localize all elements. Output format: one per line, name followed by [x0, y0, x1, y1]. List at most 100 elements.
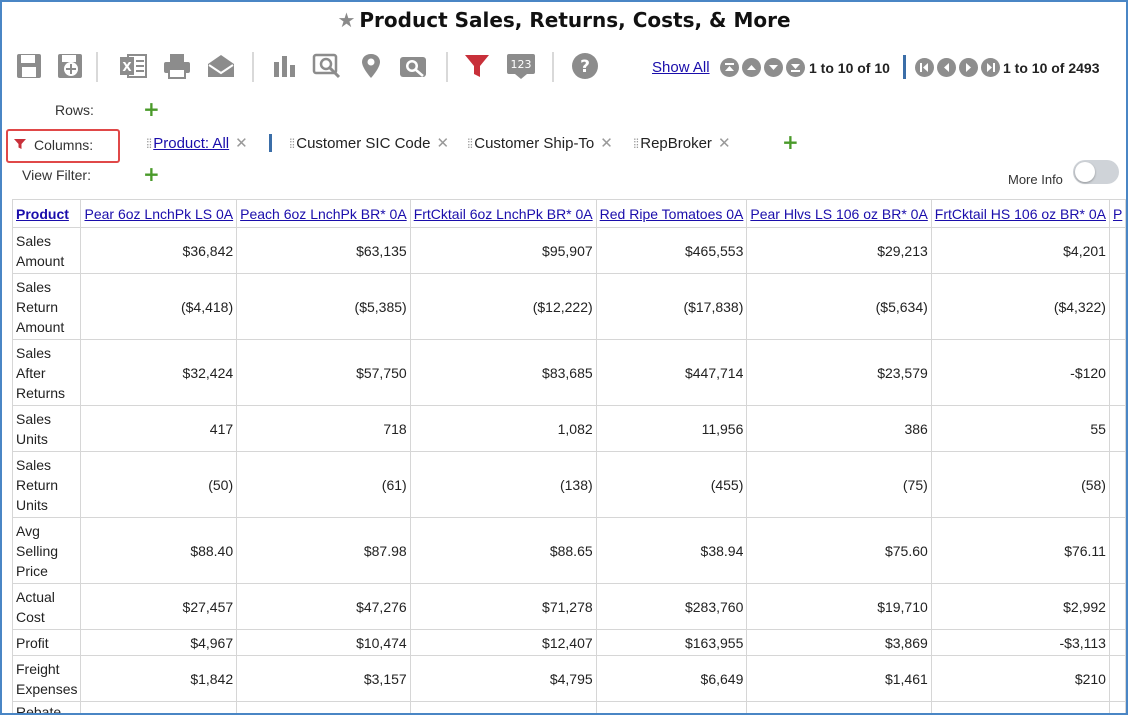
column-header-link[interactable]: P — [1113, 206, 1122, 222]
print-icon[interactable] — [162, 50, 192, 82]
table-cell: 55 — [930, 405, 1110, 452]
more-info-toggle[interactable] — [1073, 160, 1119, 184]
prev-column-button[interactable] — [742, 58, 761, 77]
column-header[interactable]: Red Ripe Tomatoes 0A — [595, 199, 748, 228]
chip-sic-label: Customer SIC Code — [296, 135, 431, 152]
drag-handle-icon[interactable]: ⁞⁞ — [633, 136, 639, 151]
table-cell — [1108, 451, 1126, 518]
table-cell: (61) — [236, 451, 411, 518]
page-title-text: Product Sales, Returns, Costs, & More — [359, 8, 791, 32]
add-view-filter-icon[interactable]: + — [143, 164, 160, 184]
column-header[interactable]: Peach 6oz LnchPk BR* 0A — [236, 199, 411, 228]
view-filter-label: View Filter: — [22, 167, 91, 183]
column-header[interactable]: FrtCktail HS 106 oz BR* 0A — [930, 199, 1110, 228]
table-cell: $283,760 — [595, 583, 748, 630]
columns-filter-icon[interactable] — [14, 137, 26, 153]
first-column-button[interactable] — [720, 58, 739, 77]
svg-text:?: ? — [580, 57, 590, 77]
drag-handle-icon[interactable]: ⁞⁞ — [146, 136, 152, 151]
next-column-button[interactable] — [764, 58, 783, 77]
table-cell — [1108, 339, 1126, 406]
table-row: Sales Units 417 718 1,082 11,956 386 55 — [11, 405, 1126, 452]
remove-chip-icon[interactable]: ✕ — [718, 135, 731, 152]
table-cell: $57,750 — [236, 339, 411, 406]
more-info-label: More Info — [1008, 172, 1063, 187]
save-icon[interactable] — [14, 50, 44, 82]
table-cell: $19,710 — [746, 583, 932, 630]
table-row: Sales Return Units (50) (61) (138) (455) (75)… — [11, 451, 1126, 518]
table-row: Avg Selling Price $88.40 $87.98 $88.65 $38.9… — [11, 517, 1126, 584]
add-column-icon[interactable]: + — [782, 132, 799, 152]
row-label: Sales Return Amount — [11, 273, 82, 340]
table-cell: $87.98 — [236, 517, 411, 584]
column-header-link[interactable]: FrtCktail 6oz LnchPk BR* 0A — [414, 206, 593, 222]
favorite-star-icon[interactable]: ★ — [337, 8, 355, 32]
column-header-link[interactable]: Pear 6oz LnchPk LS 0A — [84, 206, 233, 222]
table-cell — [1108, 655, 1126, 702]
drag-handle-icon[interactable]: ⁞⁞ — [289, 136, 295, 151]
table-cell — [236, 701, 411, 713]
map-pin-icon[interactable] — [356, 50, 386, 82]
show-all-link[interactable]: Show All — [652, 59, 710, 76]
pager-divider — [903, 55, 906, 79]
add-row-icon[interactable]: + — [143, 99, 160, 119]
table-cell: $23,579 — [746, 339, 932, 406]
first-page-button[interactable] — [915, 58, 934, 77]
email-icon[interactable] — [206, 50, 236, 82]
next-page-button[interactable] — [959, 58, 978, 77]
chip-customer-ship-to[interactable]: ⁞⁞ Customer Ship-To ✕ — [467, 134, 613, 152]
help-icon[interactable]: ? — [570, 50, 600, 82]
table-cell — [409, 701, 597, 713]
remove-chip-icon[interactable]: ✕ — [436, 135, 449, 152]
table-cell: $71,278 — [409, 583, 597, 630]
row-label: Freight Expenses — [11, 655, 82, 702]
table-cell: $3,869 — [746, 629, 932, 656]
column-header-product[interactable]: Product — [11, 199, 82, 228]
table-cell: (58) — [930, 451, 1110, 518]
table-cell: $12,407 — [409, 629, 597, 656]
table-cell: $75.60 — [746, 517, 932, 584]
column-header-link[interactable]: FrtCktail HS 106 oz BR* 0A — [935, 206, 1106, 222]
column-header-link[interactable]: Peach 6oz LnchPk BR* 0A — [240, 206, 407, 222]
column-group-divider — [269, 134, 272, 152]
table-cell: $36,842 — [80, 227, 238, 274]
table-cell: $1,842 — [80, 655, 238, 702]
table-cell — [746, 701, 932, 713]
column-header[interactable]: P — [1108, 199, 1126, 228]
remove-chip-icon[interactable]: ✕ — [235, 135, 248, 152]
column-header-link[interactable]: Pear Hlvs LS 106 oz BR* 0A — [750, 206, 927, 222]
excel-export-icon[interactable]: X — [118, 50, 148, 82]
table-cell: (455) — [595, 451, 748, 518]
column-header[interactable]: Pear Hlvs LS 106 oz BR* 0A — [746, 199, 932, 228]
drilldown-icon[interactable] — [312, 50, 342, 82]
chip-product-link[interactable]: Product: All — [153, 135, 229, 152]
table-cell: $447,714 — [595, 339, 748, 406]
chip-product[interactable]: ⁞⁞ Product: All ✕ — [146, 134, 248, 152]
save-as-icon[interactable] — [56, 50, 86, 82]
table-row: Actual Cost $27,457 $47,276 $71,278 $283,760… — [11, 583, 1126, 630]
table-cell — [930, 701, 1110, 713]
table-cell — [1108, 629, 1126, 656]
product-sort-link[interactable]: Product — [16, 206, 69, 222]
row-numbers-icon[interactable]: 123 — [506, 50, 536, 82]
column-header[interactable]: FrtCktail 6oz LnchPk BR* 0A — [409, 199, 597, 228]
page-title: ★ Product Sales, Returns, Costs, & More — [2, 8, 1126, 32]
row-label: Avg Selling Price — [11, 517, 82, 584]
column-header-link[interactable]: Red Ripe Tomatoes 0A — [600, 206, 744, 222]
search-icon[interactable] — [398, 50, 428, 82]
chip-customer-sic-code[interactable]: ⁞⁞ Customer SIC Code ✕ — [289, 134, 449, 152]
table-cell: $29,213 — [746, 227, 932, 274]
remove-chip-icon[interactable]: ✕ — [600, 135, 613, 152]
last-column-button[interactable] — [786, 58, 805, 77]
columns-label: Columns: — [34, 137, 94, 153]
filter-icon[interactable] — [462, 50, 492, 82]
column-header[interactable]: Pear 6oz LnchPk LS 0A — [80, 199, 238, 228]
drag-handle-icon[interactable]: ⁞⁞ — [467, 136, 473, 151]
table-cell: $6,649 — [595, 655, 748, 702]
chip-repbroker[interactable]: ⁞⁞ RepBroker ✕ — [633, 134, 731, 152]
table-row: Freight Expenses $1,842 $3,157 $4,795 $6,649… — [11, 655, 1126, 702]
chart-icon[interactable] — [270, 50, 300, 82]
last-page-button[interactable] — [981, 58, 1000, 77]
prev-page-button[interactable] — [937, 58, 956, 77]
row-range-text: 1 to 10 of 2493 — [1003, 60, 1100, 76]
